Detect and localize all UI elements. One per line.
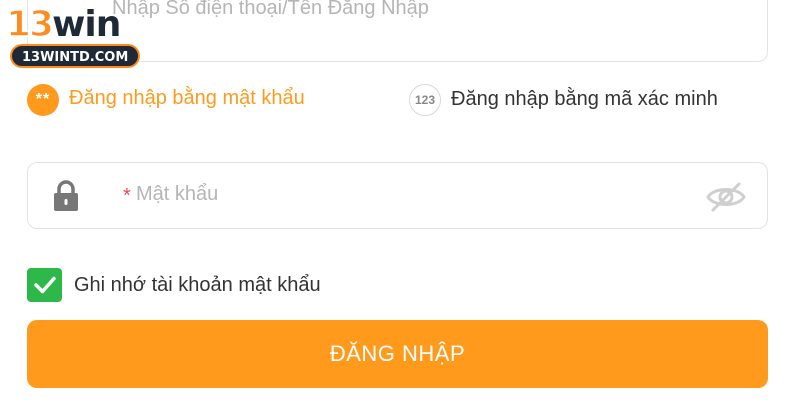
logo-number: 13 <box>5 3 55 46</box>
tab-password-login[interactable]: ** Đăng nhập bằng mật khẩu <box>27 84 305 116</box>
password-placeholder: Mật khẩu <box>136 183 219 205</box>
site-logo: 13 win 13WINTD.COM <box>5 3 144 68</box>
password-method-label: Đăng nhập bằng mật khẩu <box>69 87 305 109</box>
password-method-icon: ** <box>27 84 59 116</box>
remember-label: Ghi nhớ tài khoản mật khẩu <box>74 273 321 296</box>
login-button[interactable]: ĐĂNG NHẬP <box>27 320 768 388</box>
username-placeholder: Nhập Số điện thoại/Tên Đăng Nhập <box>112 0 429 19</box>
remember-option[interactable]: Ghi nhớ tài khoản mật khẩu <box>27 268 321 302</box>
eye-off-icon[interactable] <box>706 181 746 213</box>
lock-icon <box>54 180 78 211</box>
checkmark-icon <box>33 276 56 294</box>
logo-domain: 13WINTD.COM <box>10 44 141 68</box>
otp-method-label: Đăng nhập bằng mã xác minh <box>451 88 718 110</box>
logo-word: win <box>52 4 121 45</box>
otp-method-icon: 123 <box>409 84 441 116</box>
password-field[interactable]: * Mật khẩu <box>27 162 768 229</box>
required-mark: * <box>123 185 131 207</box>
remember-checkbox[interactable] <box>27 268 62 302</box>
tab-otp-login[interactable]: 123 Đăng nhập bằng mã xác minh <box>409 84 739 116</box>
